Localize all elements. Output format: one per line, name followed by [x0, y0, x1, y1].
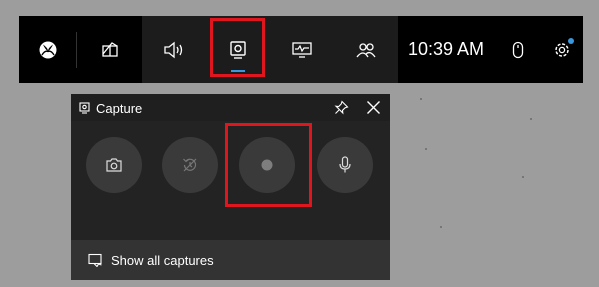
gallery-icon [88, 253, 102, 267]
background-speck [440, 226, 442, 228]
capture-widget-button[interactable] [206, 16, 270, 83]
desktop-background: { "top_bar": { "time": "10:39 AM", "icon… [0, 0, 599, 287]
capture-icon [230, 40, 246, 59]
record-last-30s-icon [183, 158, 197, 172]
mouse-icon [512, 41, 524, 58]
audio-icon [164, 41, 183, 58]
background-speck [425, 148, 427, 150]
widget-strip [142, 16, 398, 83]
background-speck [522, 176, 524, 178]
capture-icon [79, 102, 90, 114]
clock: 10:39 AM [408, 39, 485, 59]
performance-widget-button[interactable] [270, 16, 334, 83]
microphone-icon [339, 156, 351, 173]
capture-panel: Capture Show all captures [71, 94, 390, 280]
record-last-30s-button[interactable] [162, 137, 218, 193]
screenshot-icon [106, 158, 122, 172]
microphone-button[interactable] [317, 137, 373, 193]
separator [76, 32, 77, 68]
panel-title: Capture [96, 101, 143, 116]
widget-menu-button[interactable] [89, 16, 131, 83]
audio-widget-button[interactable] [142, 16, 206, 83]
show-all-captures-label: Show all captures [111, 252, 214, 268]
start-recording-icon [261, 159, 273, 171]
screenshot-button[interactable] [86, 137, 142, 193]
notification-dot [568, 37, 574, 44]
active-indicator [231, 70, 245, 72]
social-icon [356, 42, 376, 57]
background-speck [420, 98, 422, 100]
start-recording-button[interactable] [239, 137, 295, 193]
widget-menu-icon [102, 41, 118, 57]
social-widget-button[interactable] [334, 16, 398, 83]
close-icon[interactable] [366, 100, 381, 115]
panel-header[interactable]: Capture [71, 94, 390, 121]
show-all-captures-button[interactable]: Show all captures [71, 240, 390, 280]
xbox-button[interactable] [19, 16, 76, 83]
xbox-icon [39, 41, 56, 58]
settings-button[interactable] [549, 16, 575, 83]
game-bar: 10:39 AM [19, 16, 583, 83]
mouse-button[interactable] [505, 16, 531, 83]
pin-icon[interactable] [334, 100, 349, 115]
background-speck [530, 118, 532, 120]
performance-icon [292, 41, 312, 58]
